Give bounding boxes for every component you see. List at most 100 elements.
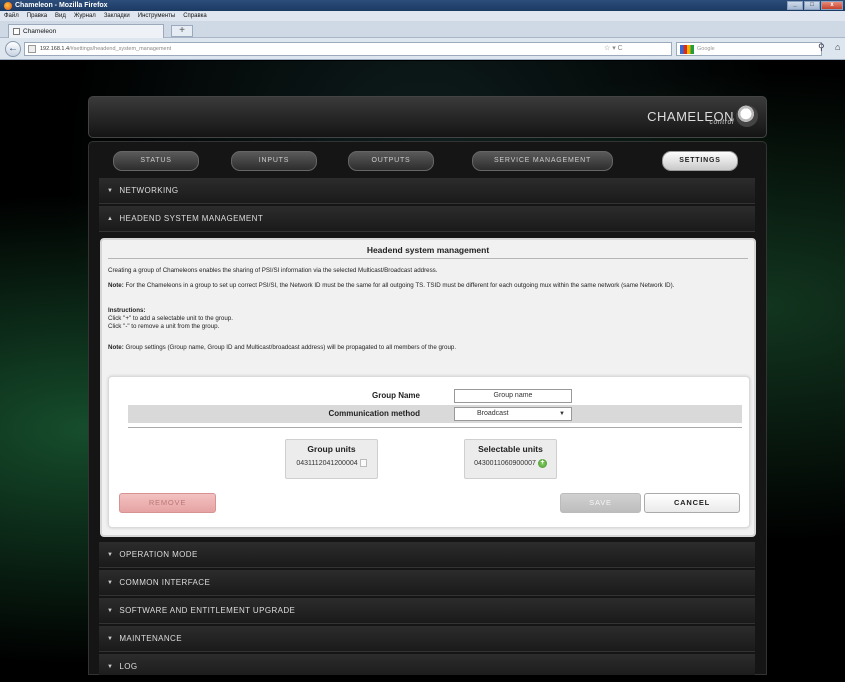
headend-content: Headend system management Creating a gro… — [100, 238, 756, 537]
page: CHAMELEON control STATUS INPUTS OUTPUTS … — [0, 61, 845, 675]
note-label: Note: — [108, 344, 124, 351]
group-name-input[interactable]: Group name — [454, 389, 572, 403]
chevron-down-icon: ▼ — [107, 187, 114, 194]
menu-edit[interactable]: Правка — [27, 13, 47, 19]
menu-bookmarks[interactable]: Закладки — [104, 13, 130, 19]
chameleon-logo: CHAMELEON control — [647, 105, 758, 127]
note-network-id: Note: For the Chameleons in a group to s… — [108, 282, 750, 290]
tab-status[interactable]: STATUS — [113, 151, 199, 171]
browser-tab-title: Chameleon — [23, 28, 57, 35]
section-maintenance[interactable]: ▼ MAINTENANCE — [99, 626, 755, 652]
search-placeholder: Google — [697, 46, 715, 52]
search-icon[interactable]: ⚲ — [818, 42, 825, 53]
group-units-label: Group units — [307, 444, 356, 454]
section-headend-system-management[interactable]: ▲ HEADEND SYSTEM MANAGEMENT — [99, 206, 755, 232]
note-text: Group settings (Group name, Group ID and… — [123, 344, 457, 351]
group-units-box: Group units 0431112041200004 — [285, 439, 378, 479]
selectable-units-box: Selectable units 0430011060900007 + — [464, 439, 557, 479]
url-path: /#settings/headend_system_management — [69, 46, 172, 52]
firefox-icon — [4, 1, 12, 10]
note-propagation: Note: Group settings (Group name, Group … — [108, 344, 750, 352]
chevron-down-icon: ▼ — [107, 579, 114, 586]
dropdown-arrow-icon: ▼ — [559, 411, 565, 417]
group-name-row: Group Name Group name — [128, 387, 742, 405]
menu-view[interactable]: Вид — [55, 13, 66, 19]
instructions-label: Instructions: — [108, 307, 146, 314]
communication-method-value: Broadcast — [477, 410, 509, 417]
chevron-down-icon: ▼ — [107, 607, 114, 614]
section-label: NETWORKING — [119, 186, 179, 195]
intro-text: Creating a group of Chameleons enables t… — [108, 267, 438, 274]
chevron-up-icon: ▲ — [107, 215, 114, 222]
note-label: Note: — [108, 282, 124, 289]
address-bar[interactable]: 192.168.1.4/#settings/headend_system_man… — [24, 42, 672, 56]
section-label: OPERATION MODE — [119, 550, 198, 559]
main-nav: STATUS INPUTS OUTPUTS SERVICE MANAGEMENT… — [99, 149, 759, 173]
menu-help[interactable]: Справка — [183, 13, 207, 19]
chevron-down-icon: ▼ — [107, 663, 114, 670]
group-unit-id: 0431112041200004 — [296, 459, 358, 467]
browser-tab[interactable]: Chameleon — [8, 24, 164, 38]
minimize-button[interactable]: _ — [787, 1, 803, 10]
section-operation-mode[interactable]: ▼ OPERATION MODE — [99, 542, 755, 568]
tab-service-management[interactable]: SERVICE MANAGEMENT — [472, 151, 613, 171]
communication-method-label: Communication method — [328, 409, 420, 418]
communication-method-select[interactable]: Broadcast ▼ — [454, 407, 572, 421]
logo-tagline: control — [709, 119, 734, 126]
new-tab-button[interactable]: + — [171, 25, 193, 37]
site-identity-icon[interactable] — [28, 45, 36, 53]
instruction-remove: Click "-" to remove a unit from the grou… — [108, 323, 220, 330]
google-icon — [680, 44, 694, 54]
main-panel: STATUS INPUTS OUTPUTS SERVICE MANAGEMENT… — [88, 141, 767, 675]
communication-method-row: Communication method Broadcast ▼ — [128, 405, 742, 423]
menu-bar: Файл Правка Вид Журнал Закладки Инструме… — [0, 11, 845, 21]
window-title: Chameleon - Mozilla Firefox — [15, 2, 108, 9]
browser-tab-bar: Chameleon + — [0, 21, 845, 38]
bookmark-star-icon[interactable]: ☆ ▾ C — [604, 42, 664, 56]
add-unit-icon[interactable]: + — [537, 459, 547, 468]
group-settings-form: Group Name Group name Communication meth… — [108, 376, 750, 528]
content-title: Headend system management — [108, 245, 748, 259]
group-unit-item[interactable]: 0431112041200004 — [286, 459, 377, 467]
tab-settings[interactable]: SETTINGS — [662, 151, 738, 171]
selectable-unit-item[interactable]: 0430011060900007 + — [465, 459, 556, 468]
menu-file[interactable]: Файл — [4, 13, 19, 19]
menu-tools[interactable]: Инструменты — [138, 13, 175, 19]
chevron-down-icon: ▼ — [107, 635, 114, 642]
unit-icon[interactable] — [359, 459, 367, 467]
section-label: COMMON INTERFACE — [119, 578, 211, 587]
menu-history[interactable]: Журнал — [74, 13, 96, 19]
selectable-unit-id: 0430011060900007 — [474, 460, 536, 467]
chevron-down-icon: ▼ — [107, 551, 114, 558]
tab-inputs[interactable]: INPUTS — [231, 151, 317, 171]
search-input[interactable]: Google — [676, 42, 822, 56]
instructions: Instructions: Click "+" to add a selecta… — [108, 307, 750, 331]
section-software-upgrade[interactable]: ▼ SOFTWARE AND ENTITLEMENT UPGRADE — [99, 598, 755, 624]
tab-outputs[interactable]: OUTPUTS — [348, 151, 434, 171]
section-label: HEADEND SYSTEM MANAGEMENT — [119, 214, 264, 223]
back-button[interactable]: ← — [5, 41, 21, 57]
group-name-label: Group Name — [371, 391, 420, 400]
app-header: CHAMELEON control — [88, 96, 767, 138]
divider — [128, 427, 742, 428]
window-titlebar: Chameleon - Mozilla Firefox _ □ x — [0, 0, 845, 11]
section-label: LOG — [119, 662, 138, 671]
save-button[interactable]: SAVE — [560, 493, 641, 513]
maximize-button[interactable]: □ — [804, 1, 820, 10]
cancel-button[interactable]: CANCEL — [644, 493, 740, 513]
section-label: SOFTWARE AND ENTITLEMENT UPGRADE — [119, 606, 296, 615]
section-label: MAINTENANCE — [119, 634, 182, 643]
note-text: For the Chameleons in a group to set up … — [123, 282, 675, 289]
window-controls: _ □ x — [787, 1, 843, 10]
home-icon[interactable]: ⌂ — [835, 42, 840, 52]
chameleon-icon — [736, 105, 758, 127]
remove-button[interactable]: REMOVE — [119, 493, 216, 513]
close-button[interactable]: x — [821, 1, 843, 10]
page-icon — [13, 28, 20, 35]
section-common-interface[interactable]: ▼ COMMON INTERFACE — [99, 570, 755, 596]
instruction-add: Click "+" to add a selectable unit to th… — [108, 315, 233, 322]
section-networking[interactable]: ▼ NETWORKING — [99, 178, 755, 204]
section-log[interactable]: ▼ LOG — [99, 654, 755, 675]
url-host: 192.168.1.4 — [40, 46, 70, 52]
navigation-bar: ← 192.168.1.4/#settings/headend_system_m… — [0, 38, 845, 60]
